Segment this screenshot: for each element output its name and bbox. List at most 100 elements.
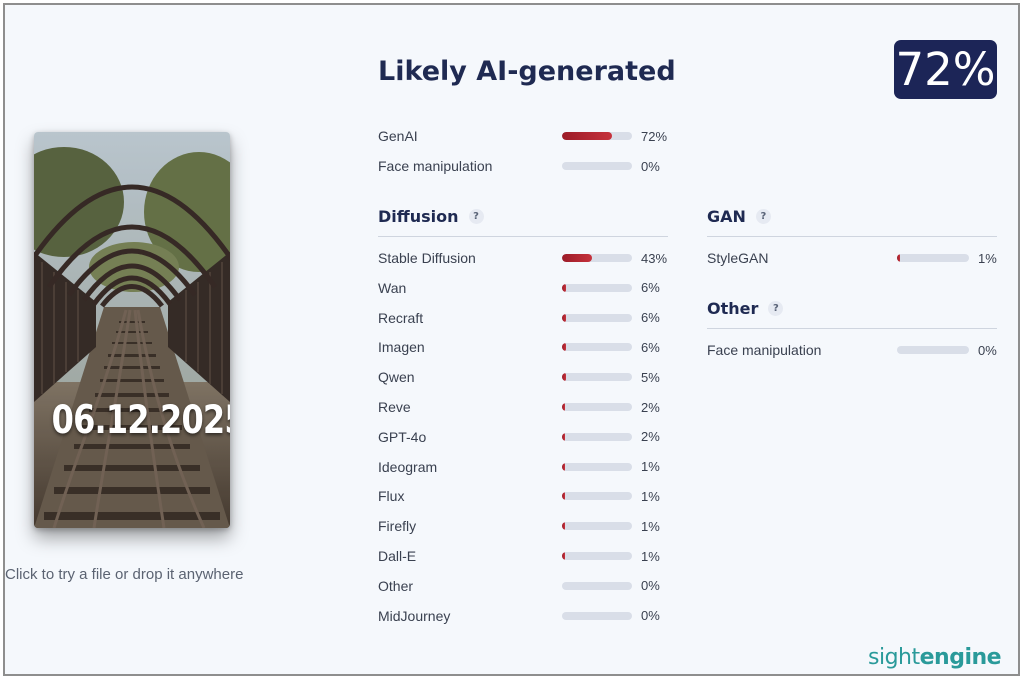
score-label: Face manipulation <box>378 158 493 174</box>
score-percent: 1% <box>978 250 997 266</box>
score-bar <box>562 403 632 411</box>
score-row: Firefly 1% <box>378 515 698 537</box>
score-percent: 5% <box>641 369 660 385</box>
score-row: GPT-4o 2% <box>378 426 698 448</box>
score-bar <box>562 522 632 531</box>
score-bar-fill <box>897 254 900 262</box>
score-percent: 6% <box>641 310 660 326</box>
score-percent: 0% <box>641 578 660 594</box>
score-row: Other 0% <box>378 575 698 597</box>
score-percent: 72% <box>641 128 668 144</box>
score-bar-fill <box>562 403 565 411</box>
score-label: Recraft <box>378 309 424 326</box>
score-bar-fill <box>562 492 565 501</box>
score-bar <box>562 492 632 501</box>
score-bar-fill <box>562 254 593 262</box>
score-bar <box>897 346 969 354</box>
other-title: Other <box>707 299 759 318</box>
score-bar <box>562 283 632 292</box>
score-percent: 1% <box>641 459 660 475</box>
score-bar-fill <box>562 313 567 322</box>
score-row: MidJourney 0% <box>378 605 698 627</box>
score-row: Face manipulation 0% <box>378 155 698 177</box>
help-icon[interactable]: ? <box>468 209 484 224</box>
score-row: Recraft 6% <box>378 307 698 329</box>
score-bar-fill <box>562 373 566 382</box>
section-divider <box>707 328 997 329</box>
score-label: MidJourney <box>378 607 451 624</box>
score-percent: 2% <box>641 429 660 445</box>
gan-title: GAN <box>707 207 746 226</box>
score-bar <box>562 581 632 590</box>
score-label: Imagen <box>378 339 425 356</box>
help-icon[interactable]: ? <box>768 301 784 316</box>
score-row: Ideogram 1% <box>378 456 698 478</box>
score-bar-fill <box>562 462 565 471</box>
score-percent: 2% <box>641 399 660 415</box>
score-bar <box>562 373 632 382</box>
score-row: Dall-E 1% <box>378 545 698 567</box>
score-bar <box>562 313 632 322</box>
score-label: StyleGAN <box>707 250 769 266</box>
score-label: Flux <box>378 488 405 505</box>
score-label: Firefly <box>378 518 417 535</box>
score-percent: 1% <box>641 488 660 504</box>
other-section-title: Other ? <box>707 299 784 318</box>
score-label: Other <box>378 577 414 594</box>
score-bar-fill <box>562 343 567 352</box>
score-row: StyleGAN 1% <box>707 247 1024 269</box>
score-bar <box>897 254 969 262</box>
score-bar <box>562 432 632 441</box>
diffusion-section-title: Diffusion ? <box>378 207 484 226</box>
score-percent: 6% <box>641 339 660 355</box>
score-bar <box>562 552 632 560</box>
score-bar-fill <box>562 432 565 441</box>
sightengine-logo[interactable]: sightengine <box>868 645 1002 670</box>
score-bar <box>562 343 632 352</box>
score-row: Reve 2% <box>378 396 698 418</box>
uploaded-image-preview[interactable]: 06.12.2025 <box>34 132 230 528</box>
section-divider <box>378 236 668 237</box>
score-bar <box>562 162 632 170</box>
score-label: Stable Diffusion <box>378 250 476 266</box>
score-label: Ideogram <box>378 458 438 475</box>
score-label: Dall-E <box>378 548 417 564</box>
score-percent: 1% <box>641 548 660 564</box>
image-date-overlay: 06.12.2025 <box>51 398 230 443</box>
section-divider <box>707 236 997 237</box>
verdict-title: Likely AI-generated <box>378 56 676 87</box>
score-percent: 1% <box>641 518 660 534</box>
score-row: GenAI 72% <box>378 125 698 147</box>
score-label: GPT-4o <box>378 428 427 445</box>
score-label: Reve <box>378 399 411 415</box>
score-label: Qwen <box>378 369 415 386</box>
score-percent: 6% <box>641 280 660 296</box>
help-icon[interactable]: ? <box>755 209 771 224</box>
railway-bridge-photo <box>34 132 230 528</box>
gan-section-title: GAN ? <box>707 207 771 226</box>
score-bar <box>562 611 632 620</box>
score-bar <box>562 254 632 262</box>
score-bar <box>562 132 632 140</box>
score-badge: 72% <box>894 40 997 99</box>
score-label: GenAI <box>378 128 418 144</box>
score-percent: 0% <box>978 342 997 358</box>
score-bar-fill <box>562 132 613 140</box>
score-percent: 0% <box>641 608 660 624</box>
score-bar <box>562 462 632 471</box>
score-row: Qwen 5% <box>378 366 698 388</box>
score-row: Flux 1% <box>378 485 698 507</box>
score-bar-fill <box>562 283 567 292</box>
score-percent: 43% <box>641 250 668 266</box>
score-row: Imagen 6% <box>378 336 698 358</box>
diffusion-title: Diffusion <box>378 207 459 226</box>
score-bar-fill <box>562 552 565 560</box>
score-bar-fill <box>562 522 565 531</box>
score-percent: 0% <box>641 158 660 174</box>
score-row: Wan 6% <box>378 277 698 299</box>
score-label: Wan <box>378 279 407 296</box>
score-row: Face manipulation 0% <box>707 339 1024 361</box>
score-row: Stable Diffusion 43% <box>378 247 698 269</box>
score-label: Face manipulation <box>707 342 822 358</box>
upload-hint[interactable]: Click to try a file or drop it anywhere <box>5 566 243 583</box>
